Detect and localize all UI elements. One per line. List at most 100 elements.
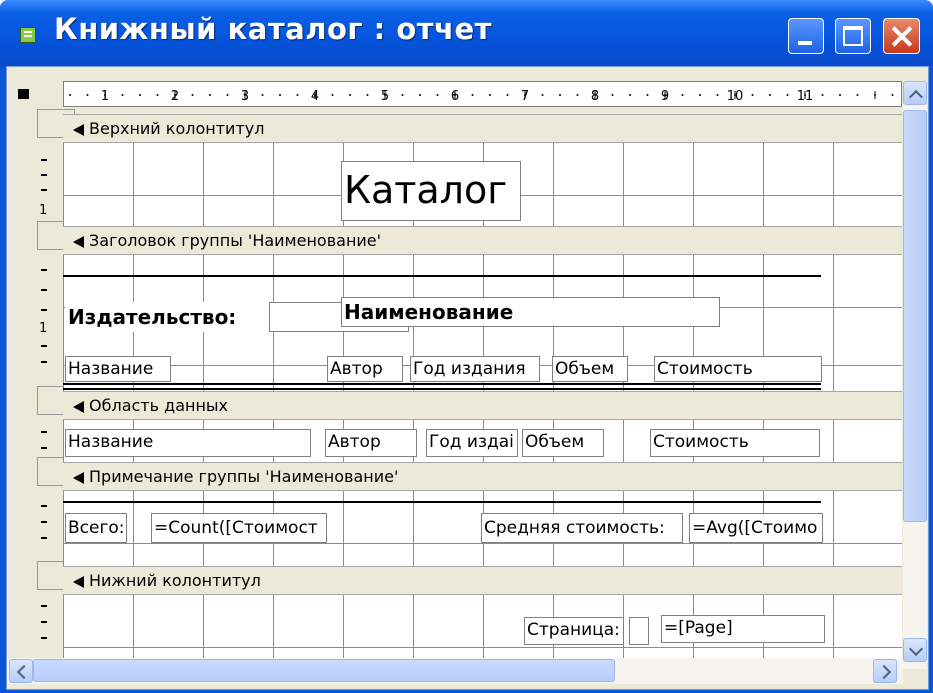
section-detail[interactable]: Название Автор Год издаі Объем Стоимость <box>63 420 902 462</box>
ruler-tick <box>41 431 47 433</box>
chevron-right-icon <box>876 664 892 680</box>
maximize-button[interactable] <box>835 18 871 54</box>
ruler-number: 8 <box>591 89 599 104</box>
ruler-dot <box>751 94 754 96</box>
detail-title-field[interactable]: Название <box>65 429 311 457</box>
ruler-dot <box>716 94 719 96</box>
ruler-tick <box>41 621 47 623</box>
col-price-label[interactable]: Стоимость <box>654 356 822 382</box>
detail-volume-field[interactable]: Объем <box>522 429 604 457</box>
report-canvas: Верхний колонтитул Каталог Заголовок гру… <box>63 114 902 659</box>
ruler-dot <box>419 94 421 96</box>
scroll-left-button[interactable] <box>9 659 33 683</box>
vertical-scrollbar[interactable] <box>903 81 927 669</box>
section-page-footer[interactable]: Страница: =[Page] <box>63 595 902 659</box>
ruler-dot <box>69 94 71 96</box>
title-bar[interactable]: Книжный каталог : отчет <box>0 0 933 66</box>
section-bar-group-footer[interactable]: Примечание группы 'Наименование' <box>63 462 902 491</box>
ruler-dot <box>506 94 509 96</box>
section-label: Нижний колонтитул <box>89 571 261 590</box>
ruler-ticks: 1 2 3 4 5 6 7 8 9 10 11 <box>69 89 894 104</box>
avg-expression[interactable]: =Avg([Стоимо <box>689 513 823 543</box>
ruler-dot <box>209 94 211 96</box>
section-page-header[interactable]: Каталог <box>63 143 902 226</box>
ruler-number: 11 <box>797 89 814 104</box>
ruler-dot <box>891 94 894 96</box>
minimize-button[interactable] <box>788 18 824 54</box>
vertical-ruler[interactable]: 1 1 <box>29 109 75 654</box>
ruler-dot <box>156 94 159 96</box>
page-label-frame[interactable] <box>629 617 649 645</box>
col-volume-label[interactable]: Объем <box>552 356 628 382</box>
ruler-tick <box>41 345 47 347</box>
section-label: Заголовок группы 'Наименование' <box>89 231 382 250</box>
ruler-dot <box>279 94 281 96</box>
horizontal-scroll-thumb[interactable] <box>33 659 615 682</box>
ruler-dot <box>349 94 351 96</box>
section-bar-detail[interactable]: Область данных <box>63 391 902 420</box>
section-group-header[interactable]: Издательство: Наименование Название Авто… <box>63 255 902 391</box>
scroll-up-button[interactable] <box>903 81 927 105</box>
publisher-label[interactable]: Издательство: <box>65 302 270 332</box>
ruler-dot <box>331 94 334 96</box>
ruler-dot <box>839 94 841 96</box>
report-selector[interactable] <box>18 89 29 99</box>
horizontal-scrollbar[interactable] <box>7 658 903 684</box>
ruler-number: 6 <box>451 89 459 104</box>
col-author-label[interactable]: Автор <box>327 356 403 382</box>
col-year-label[interactable]: Год издания <box>410 356 540 382</box>
scroll-right-button[interactable] <box>873 659 897 683</box>
ruler-number: 1 <box>39 203 48 218</box>
chevron-down-icon <box>908 641 924 657</box>
ruler-dot <box>629 94 631 96</box>
section-arrow-icon <box>73 124 84 136</box>
section-bar-page-footer[interactable]: Нижний колонтитул <box>63 566 902 595</box>
horizontal-ruler[interactable]: 1 2 3 4 5 6 7 8 9 10 11 <box>63 81 902 107</box>
ruler-tick <box>41 537 47 539</box>
ruler-number: 5 <box>381 89 389 104</box>
catalog-title-label[interactable]: Каталог <box>341 161 521 221</box>
ruler-number: 1 <box>39 321 48 336</box>
section-label: Примечание группы 'Наименование' <box>89 467 399 486</box>
total-expression[interactable]: =Count([Стоимост <box>151 513 327 543</box>
ruler-tick <box>41 637 47 639</box>
section-arrow-icon <box>73 472 84 484</box>
scroll-down-button[interactable] <box>903 638 927 662</box>
close-button[interactable] <box>883 18 920 54</box>
avg-label[interactable]: Средняя стоимость: <box>481 513 683 543</box>
ruler-dot <box>769 94 771 96</box>
ruler-number: 7 <box>521 89 529 104</box>
page-expression[interactable]: =[Page] <box>661 615 825 643</box>
ruler-number: 3 <box>241 89 249 104</box>
separator-line <box>63 501 821 503</box>
ruler-dot <box>576 94 579 96</box>
detail-author-field[interactable]: Автор <box>325 429 417 457</box>
window-title: Книжный каталог : отчет <box>54 12 492 46</box>
ruler-dot <box>471 94 474 96</box>
ruler-tick <box>41 521 47 523</box>
section-arrow-icon <box>73 236 84 248</box>
vertical-scroll-thumb[interactable] <box>903 110 927 522</box>
col-title-label[interactable]: Название <box>65 356 171 382</box>
ruler-dot <box>226 94 229 96</box>
total-label[interactable]: Всего: <box>65 513 127 543</box>
section-group-footer[interactable]: Всего: =Count([Стоимост Средняя стоимост… <box>63 491 902 566</box>
ruler-dot <box>856 94 859 96</box>
section-arrow-icon <box>73 576 84 588</box>
design-area: 1 2 3 4 5 6 7 8 9 10 11 1 1 Верхний коло… <box>6 66 929 690</box>
report-design-window: Книжный каталог : отчет 1 2 3 4 5 6 7 8 9 10 11 1 … <box>0 0 933 693</box>
ruler-dot <box>401 94 404 96</box>
detail-price-field[interactable]: Стоимость <box>650 429 820 457</box>
ruler-tick <box>41 289 47 291</box>
ruler-dot <box>541 94 544 96</box>
detail-year-field[interactable]: Год издаі <box>426 429 518 457</box>
section-bar-group-header[interactable]: Заголовок группы 'Наименование' <box>63 226 902 255</box>
name-field[interactable]: Наименование <box>341 297 720 327</box>
ruler-dot <box>489 94 491 96</box>
ruler-tick <box>41 361 47 363</box>
page-label[interactable]: Страница: <box>524 617 624 645</box>
separator-line <box>63 275 821 277</box>
chevron-up-icon <box>908 89 924 105</box>
section-bar-page-header[interactable]: Верхний колонтитул <box>63 114 902 143</box>
ruler-number: 9 <box>661 89 669 104</box>
